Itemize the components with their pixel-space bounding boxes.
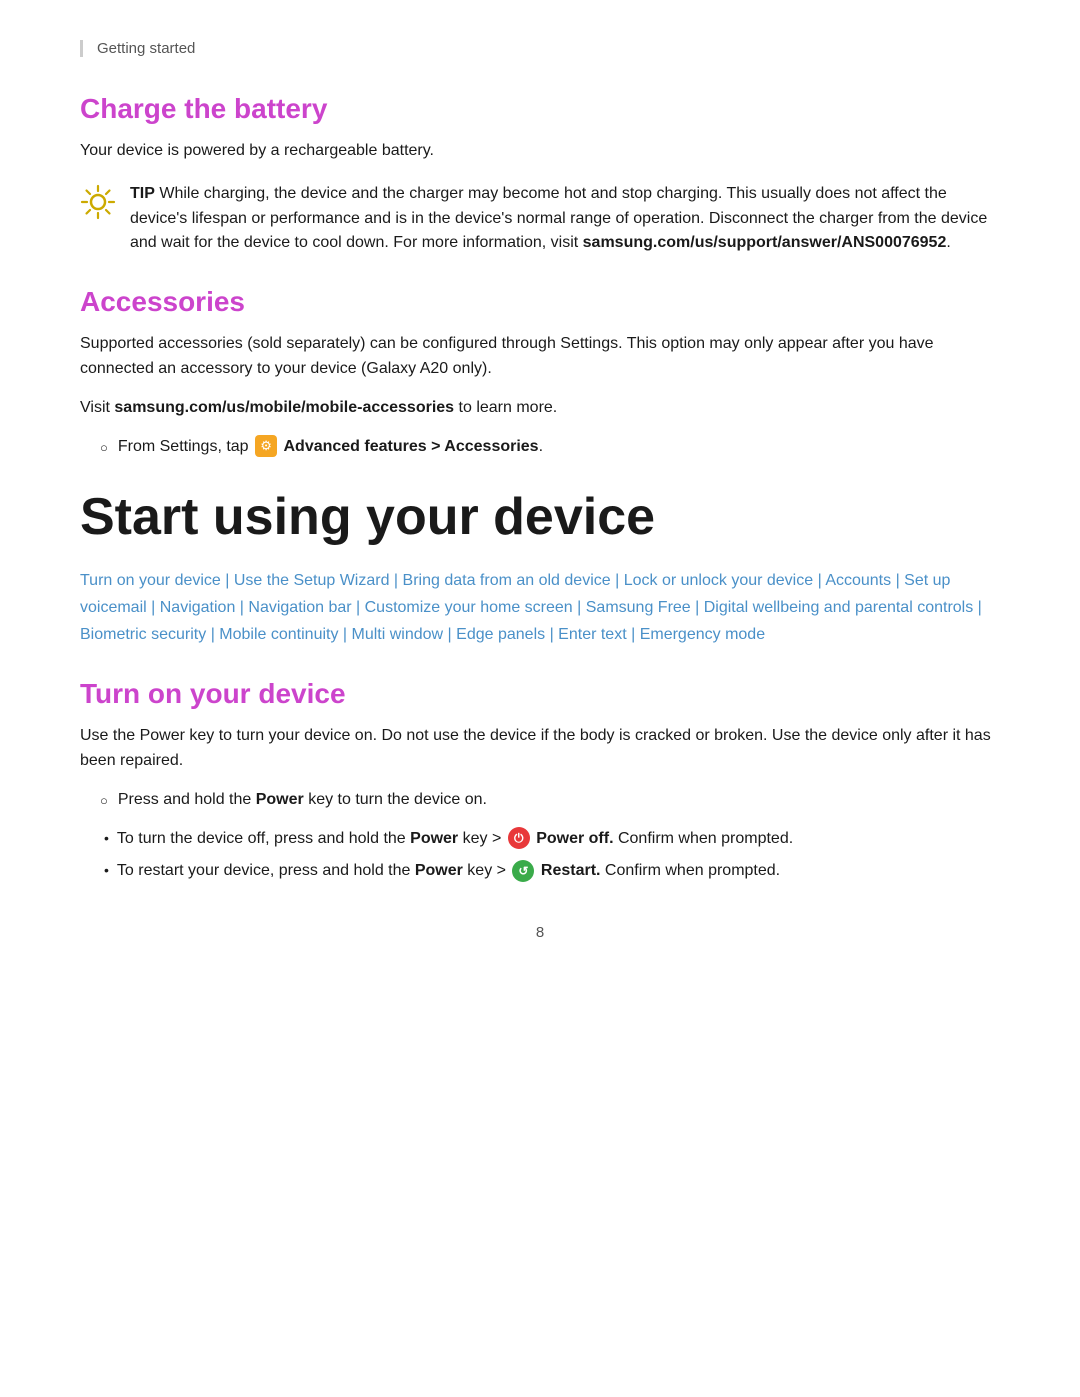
turn-on-section: Turn on your device Use the Power key to… xyxy=(80,678,1000,884)
toc-item-enter-text[interactable]: Enter text xyxy=(558,626,626,643)
accessories-visit: Visit samsung.com/us/mobile/mobile-acces… xyxy=(80,396,1000,421)
advanced-features-label: Advanced features > Accessories xyxy=(283,438,538,455)
tip-content: TIP While charging, the device and the c… xyxy=(130,182,1000,256)
power-label-2: Power xyxy=(410,830,458,847)
charge-intro: Your device is powered by a rechargeable… xyxy=(80,139,1000,164)
toc-item-lock-unlock[interactable]: Lock or unlock your device xyxy=(624,572,813,589)
sub-bullets: To turn the device off, press and hold t… xyxy=(104,827,1000,885)
toc-item-multi-window[interactable]: Multi window xyxy=(352,626,444,643)
toc-item-bring-data[interactable]: Bring data from an old device xyxy=(403,572,611,589)
power-off-bullet: To turn the device off, press and hold t… xyxy=(104,827,1000,852)
power-label-3: Power xyxy=(415,862,463,879)
tip-box: TIP While charging, the device and the c… xyxy=(80,182,1000,256)
charge-section: Charge the battery Your device is powere… xyxy=(80,93,1000,256)
tip-icon xyxy=(80,184,116,220)
toc-item-mobile-continuity[interactable]: Mobile continuity xyxy=(219,626,338,643)
accessories-bullet-item: From Settings, tap ⚙ Advanced features >… xyxy=(80,435,1000,460)
settings-icon: ⚙ xyxy=(255,435,277,457)
restart-label: Restart. xyxy=(541,862,601,879)
toc-item-setup-wizard[interactable]: Use the Setup Wizard xyxy=(234,572,390,589)
page-number: 8 xyxy=(80,924,1000,941)
turn-on-bullets: Press and hold the Power key to turn the… xyxy=(80,788,1000,813)
toc-item-navigation[interactable]: Navigation xyxy=(160,599,236,616)
start-section: Start using your device Turn on your dev… xyxy=(80,489,1000,648)
accessories-link: samsung.com/us/mobile/mobile-accessories xyxy=(114,399,454,416)
toc-item-nav-bar[interactable]: Navigation bar xyxy=(248,599,351,616)
breadcrumb: Getting started xyxy=(80,40,1000,57)
toc-item-biometric[interactable]: Biometric security xyxy=(80,626,206,643)
power-off-label: Power off. xyxy=(536,830,613,847)
accessories-section: Accessories Supported accessories (sold … xyxy=(80,286,1000,459)
toc-item-edge-panels[interactable]: Edge panels xyxy=(456,626,545,643)
toc-item-samsung-free[interactable]: Samsung Free xyxy=(586,599,691,616)
toc-item-turn-on[interactable]: Turn on your device xyxy=(80,572,221,589)
charge-title: Charge the battery xyxy=(80,93,1000,125)
power-off-icon: ⏻ xyxy=(508,827,530,849)
restart-bullet: To restart your device, press and hold t… xyxy=(104,859,1000,884)
tip-link: samsung.com/us/support/answer/ANS0007695… xyxy=(583,234,947,251)
breadcrumb-text: Getting started xyxy=(97,40,195,57)
start-title: Start using your device xyxy=(80,489,1000,546)
toc-item-home-screen[interactable]: Customize your home screen xyxy=(365,599,573,616)
toc-item-accounts[interactable]: Accounts xyxy=(825,572,891,589)
restart-icon: ↺ xyxy=(512,860,534,882)
toc-item-emergency-mode[interactable]: Emergency mode xyxy=(640,626,765,643)
turn-on-intro: Use the Power key to turn your device on… xyxy=(80,724,1000,774)
accessories-bullets: From Settings, tap ⚙ Advanced features >… xyxy=(80,435,1000,460)
press-hold-bullet: Press and hold the Power key to turn the… xyxy=(80,788,1000,813)
toc-links: Turn on your device | Use the Setup Wiza… xyxy=(80,567,1000,649)
accessories-intro: Supported accessories (sold separately) … xyxy=(80,332,1000,382)
tip-label: TIP xyxy=(130,185,155,202)
toc-item-wellbeing[interactable]: Digital wellbeing and parental controls xyxy=(704,599,974,616)
accessories-title: Accessories xyxy=(80,286,1000,318)
turn-on-title: Turn on your device xyxy=(80,678,1000,710)
power-label-1: Power xyxy=(256,791,304,808)
